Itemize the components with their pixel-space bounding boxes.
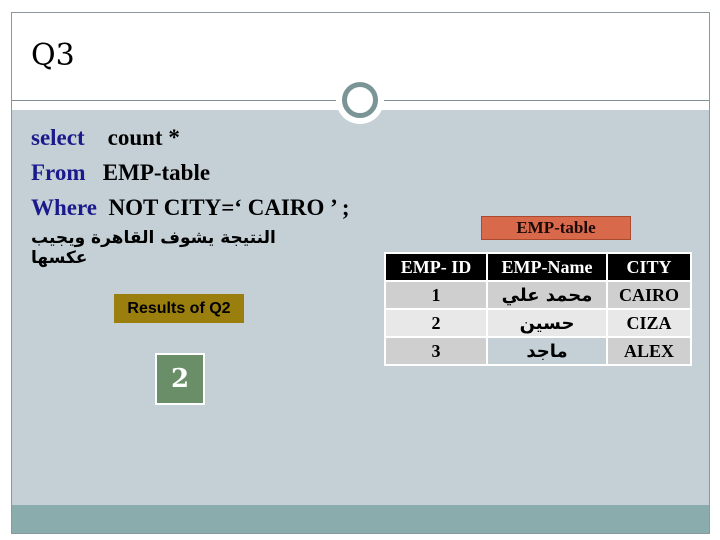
cell-city: CIZA — [606, 308, 692, 338]
cell-emp-name: حسين — [486, 308, 608, 338]
sql-line-where: Where NOT CITY=‘ CAIRO ’ ; — [31, 195, 350, 221]
table-row: 1 محمد علي CAIRO — [384, 280, 692, 310]
results-label: Results of Q2 — [114, 294, 244, 323]
table-row: 3 ماجد ALEX — [384, 336, 692, 366]
sql-keyword-where: Where — [31, 195, 98, 220]
cell-city: CAIRO — [606, 280, 692, 310]
sql-line-select: select count * — [31, 125, 180, 151]
cell-city: ALEX — [606, 336, 692, 366]
circle-ring-icon — [342, 82, 378, 118]
cell-emp-id: 3 — [384, 336, 488, 366]
header-emp-name: EMP-Name — [486, 252, 608, 282]
slide-title: Q3 — [31, 38, 75, 73]
table-header-row: EMP- ID EMP-Name CITY — [384, 252, 692, 282]
sql-keyword-select: select — [31, 125, 85, 150]
cell-emp-name: ماجد — [486, 336, 608, 366]
sql-line-from: From EMP-table — [31, 160, 210, 186]
table-label: EMP-table — [481, 216, 631, 240]
sql-where-condition: NOT CITY=‘ CAIRO ’ ; — [108, 195, 350, 220]
header-city: CITY — [606, 252, 692, 282]
emp-table: EMP- ID EMP-Name CITY 1 محمد علي CAIRO 2… — [384, 252, 692, 366]
sql-from-table: EMP-table — [102, 160, 211, 185]
cell-emp-id: 1 — [384, 280, 488, 310]
sql-select-expression: count * — [107, 125, 180, 150]
cell-emp-id: 2 — [384, 308, 488, 338]
table-row: 2 حسين CIZA — [384, 308, 692, 338]
header-emp-id: EMP- ID — [384, 252, 488, 282]
footer-band — [12, 505, 709, 533]
cell-emp-name: محمد علي — [486, 280, 608, 310]
result-value-box: 2 — [155, 353, 205, 405]
sql-keyword-from: From — [31, 160, 86, 185]
arabic-explanation: النتيجة يشوف القاهرة ويجيب عكسها — [31, 228, 276, 268]
